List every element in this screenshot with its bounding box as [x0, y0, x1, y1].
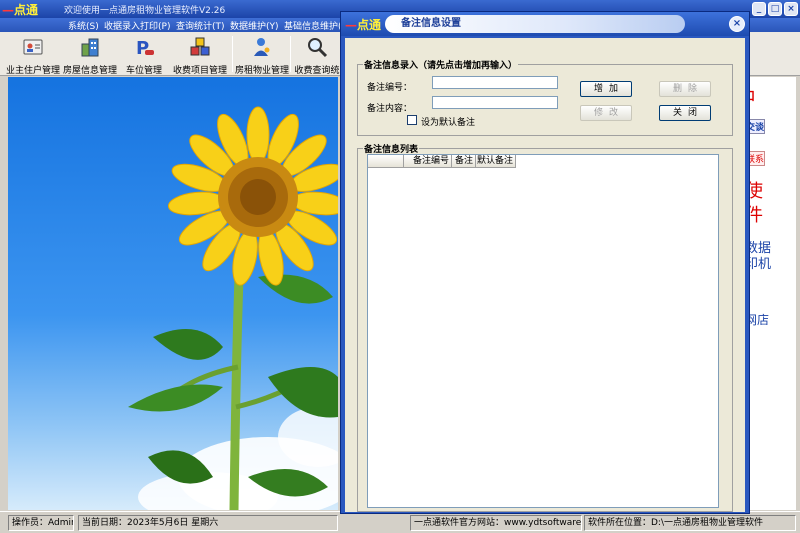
building-icon — [81, 38, 99, 57]
dialog-close-icon[interactable]: × — [729, 16, 745, 32]
grid-header-default[interactable]: 默认备注 — [476, 155, 516, 168]
status-website: 一点通软件官方网站：www.ydtsoftware.com — [410, 515, 582, 531]
add-button[interactable]: 增加 — [580, 81, 632, 97]
menu-system[interactable]: 系统(S) — [68, 19, 99, 32]
wallpaper-sunflower-image — [8, 77, 338, 510]
remark-content-label: 备注内容： — [367, 104, 413, 114]
tool-parking-management[interactable]: P 车位管理 — [122, 34, 166, 76]
dialog-body: 备注信息录入（请先点击增加再输入） 备注编号： 备注内容： 设为默认备注 增加 … — [345, 38, 745, 512]
menu-base-info[interactable]: 基础信息维护( — [284, 19, 342, 32]
tool-owner-management[interactable]: 业主住户管理 — [4, 34, 62, 76]
app-logo: —点通 — [2, 3, 39, 17]
status-bar: 操作员：Admin 当前日期：2023年5月6日 星期六 一点通软件官方网站：w… — [0, 511, 800, 533]
grid-header-remark[interactable]: 备注 — [452, 155, 476, 168]
main-window-title: 欢迎使用一点通房租物业管理软件V2.26 — [64, 6, 226, 16]
remark-code-label: 备注编号： — [367, 83, 413, 93]
magnifier-icon — [308, 38, 328, 58]
tool-house-management[interactable]: 房屋信息管理 — [62, 34, 118, 76]
close-button[interactable]: × — [784, 2, 798, 16]
entry-group-label: 备注信息录入（请先点击增加再输入） — [363, 58, 519, 71]
remark-content-input[interactable] — [432, 96, 558, 109]
toolbar-separator — [290, 36, 291, 72]
modify-button[interactable]: 修改 — [580, 105, 632, 121]
dialog-title: 备注信息设置 — [385, 15, 685, 33]
maximize-button[interactable]: □ — [768, 2, 782, 16]
default-remark-checkbox[interactable] — [407, 115, 417, 125]
delete-button[interactable]: 删除 — [659, 81, 711, 97]
dialog-title-bar[interactable]: —点通 备注信息设置 × — [341, 12, 749, 36]
minimize-button[interactable]: _ — [752, 2, 766, 16]
remark-settings-dialog: —点通 备注信息设置 × 备注信息录入（请先点击增加再输入） 备注编号： 备注内… — [340, 11, 750, 514]
tool-rent-property[interactable]: 房租物业管理 — [234, 34, 290, 76]
close-dialog-button[interactable]: 关闭 — [659, 105, 711, 121]
menu-receipt-print[interactable]: 收据录入打印(P) — [104, 19, 170, 32]
tool-fee-query[interactable]: 收费查询统 — [294, 34, 340, 74]
grid-header-indicator — [368, 155, 404, 168]
parking-icon: P — [136, 38, 154, 59]
id-card-icon — [23, 39, 43, 55]
default-remark-checkbox-label: 设为默认备注 — [421, 118, 476, 128]
grid-header-code[interactable]: 备注编号 — [404, 155, 452, 168]
toolbar-separator — [232, 36, 233, 72]
right-ad-panel: 口 交谈 联系 使 件 数据 印机 网店 — [743, 77, 796, 510]
status-operator: 操作员：Admin — [8, 515, 74, 531]
remark-list-grid[interactable]: 备注编号 备注 默认备注 — [367, 154, 719, 508]
person-key-icon — [254, 38, 270, 56]
remark-code-input[interactable] — [432, 76, 558, 89]
status-install-path: 软件所在位置：D:\一点通房租物业管理软件 — [584, 515, 796, 531]
grid-header: 备注编号 备注 默认备注 — [368, 155, 516, 168]
tool-fee-items[interactable]: 收费项目管理 — [170, 34, 230, 76]
dialog-logo: —点通 — [345, 18, 382, 32]
status-date: 当前日期：2023年5月6日 星期六 — [78, 515, 338, 531]
menu-query-stats[interactable]: 查询统计(T) — [176, 19, 225, 32]
cubes-icon — [190, 37, 210, 56]
menu-data-maintenance[interactable]: 数据维护(Y) — [230, 19, 279, 32]
